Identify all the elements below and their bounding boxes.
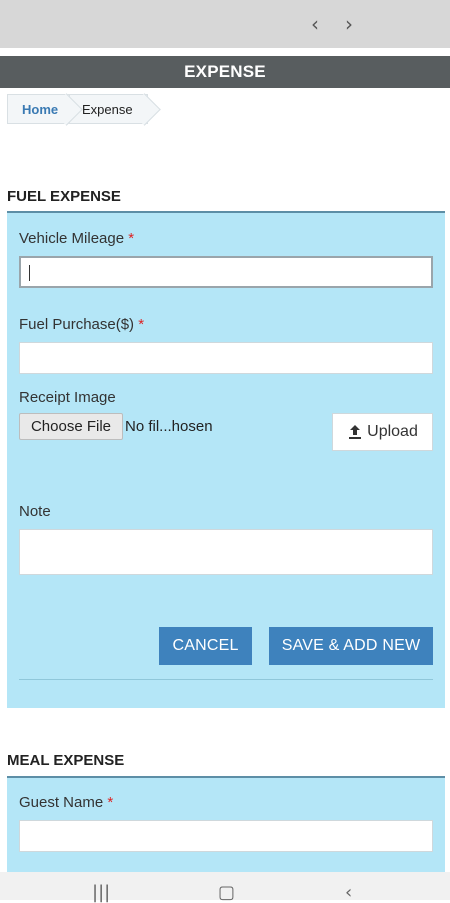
note-textarea[interactable]: [19, 529, 433, 575]
chevron-left-icon[interactable]: ‹: [311, 12, 319, 36]
required-mark: *: [107, 794, 114, 811]
guest-name-label: Guest Name *: [19, 794, 113, 811]
upload-button[interactable]: Upload: [332, 413, 433, 451]
divider: [0, 48, 450, 56]
vehicle-mileage-input[interactable]: [19, 256, 433, 288]
save-and-add-new-button[interactable]: SAVE & ADD NEW: [269, 627, 433, 665]
fuel-expense-panel: Vehicle Mileage * Fuel Purchase($) * Rec…: [7, 211, 445, 708]
breadcrumb-current-label: Expense: [82, 102, 133, 117]
cancel-button[interactable]: CANCEL: [159, 627, 252, 665]
required-mark: *: [128, 230, 135, 247]
system-navigation-bar: ||| ▢ ‹: [0, 872, 450, 903]
upload-button-label: Upload: [367, 423, 418, 440]
vehicle-mileage-label: Vehicle Mileage *: [19, 230, 134, 247]
file-status-text: No fil...hosen: [125, 418, 213, 435]
note-label: Note: [19, 503, 51, 520]
breadcrumb-home-link[interactable]: Home: [7, 94, 70, 124]
fuel-section-title: FUEL EXPENSE: [7, 188, 121, 205]
guest-name-label-text: Guest Name: [19, 794, 104, 811]
guest-name-input[interactable]: [19, 820, 433, 852]
upload-icon: [349, 425, 362, 439]
fuel-purchase-label: Fuel Purchase($) *: [19, 316, 144, 333]
chevron-right-icon[interactable]: ›: [345, 12, 353, 36]
breadcrumb-home-label: Home: [22, 102, 59, 117]
page-title: EXPENSE: [0, 56, 450, 88]
choose-file-button[interactable]: Choose File: [19, 413, 123, 440]
breadcrumb-current: Expense: [70, 94, 148, 124]
required-mark: *: [138, 316, 145, 333]
receipt-image-label: Receipt Image: [19, 389, 116, 406]
divider: [19, 679, 433, 680]
vehicle-mileage-label-text: Vehicle Mileage: [19, 230, 125, 247]
meal-expense-panel: Guest Name *: [7, 776, 445, 872]
browser-top-bar: ‹ ›: [0, 0, 450, 48]
text-caret: [29, 265, 30, 281]
fuel-purchase-label-text: Fuel Purchase($): [19, 316, 135, 333]
meal-section-title: MEAL EXPENSE: [7, 752, 125, 769]
fuel-purchase-input[interactable]: [19, 342, 433, 374]
breadcrumb: Home Expense: [7, 94, 148, 126]
